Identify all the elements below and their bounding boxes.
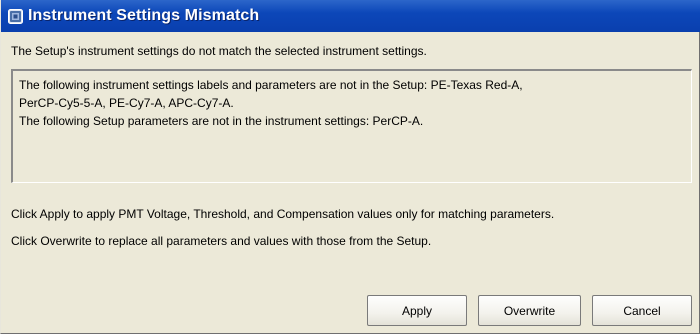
overwrite-button[interactable]: Overwrite xyxy=(478,295,581,326)
instrument-settings-mismatch-dialog: Instrument Settings Mismatch The Setup's… xyxy=(0,0,700,334)
overwrite-hint-text: Click Overwrite to replace all parameter… xyxy=(11,234,432,248)
apply-hint-text: Click Apply to apply PMT Voltage, Thresh… xyxy=(11,207,555,221)
window-title: Instrument Settings Mismatch xyxy=(28,7,260,24)
mismatch-details-box: The following instrument settings labels… xyxy=(11,69,692,183)
mismatch-summary: The Setup's instrument settings do not m… xyxy=(11,44,427,58)
details-line-3: The following Setup parameters are not i… xyxy=(19,114,424,128)
app-window-icon xyxy=(8,8,23,24)
details-line-1: The following instrument settings labels… xyxy=(19,78,523,92)
details-line-2: PerCP-Cy5-5-A, PE-Cy7-A, APC-Cy7-A. xyxy=(19,96,234,110)
title-bar[interactable]: Instrument Settings Mismatch xyxy=(1,0,700,32)
apply-button[interactable]: Apply xyxy=(367,295,467,326)
cancel-button[interactable]: Cancel xyxy=(592,295,692,326)
